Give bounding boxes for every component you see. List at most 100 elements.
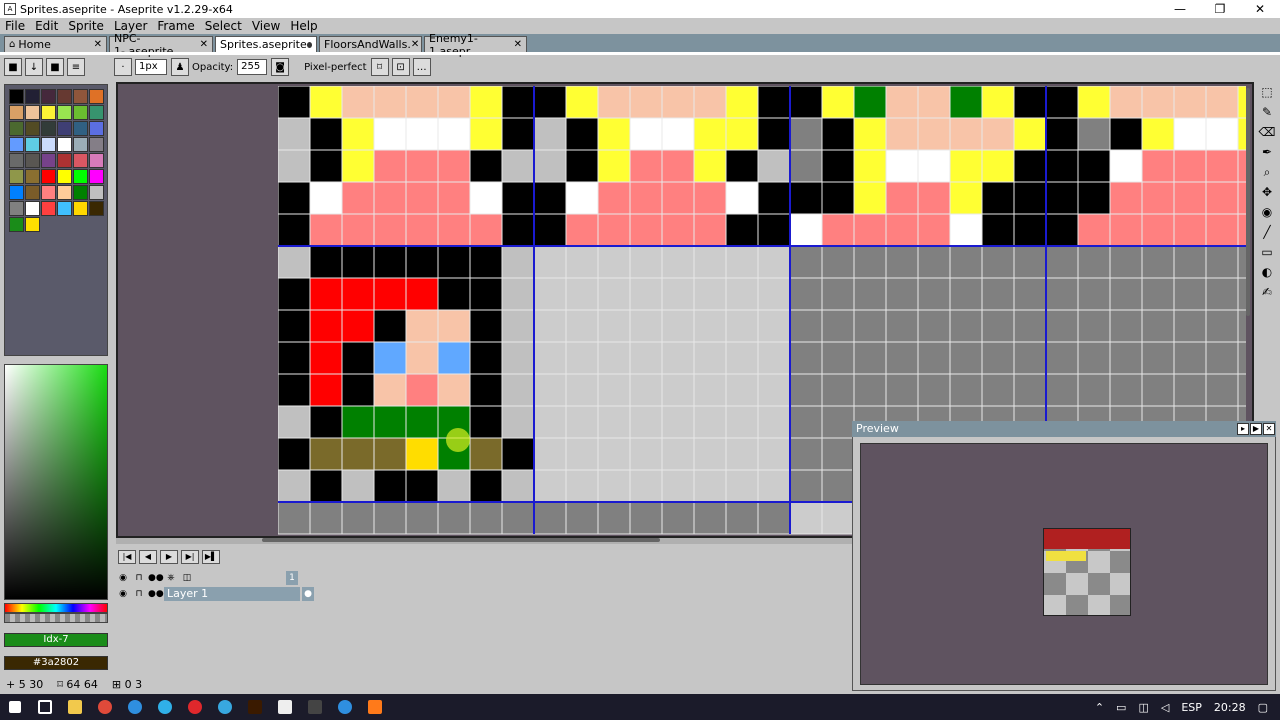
palette-swatch[interactable] bbox=[73, 169, 88, 184]
palette-swatch[interactable] bbox=[73, 185, 88, 200]
pixel[interactable] bbox=[1205, 117, 1239, 151]
network-icon[interactable]: ◫ bbox=[1138, 701, 1148, 714]
pixel[interactable] bbox=[1205, 309, 1239, 343]
pixel[interactable] bbox=[597, 309, 631, 343]
pixel[interactable] bbox=[693, 245, 727, 279]
pixel[interactable] bbox=[278, 309, 311, 343]
pixel[interactable] bbox=[437, 245, 471, 279]
pixel[interactable] bbox=[693, 181, 727, 215]
palette-swatch[interactable] bbox=[73, 105, 88, 120]
pixel[interactable] bbox=[725, 437, 759, 471]
last-frame-icon[interactable]: ▶▌ bbox=[202, 550, 220, 564]
pixel[interactable] bbox=[1173, 117, 1207, 151]
pixel[interactable] bbox=[917, 117, 951, 151]
hue-slider[interactable] bbox=[4, 603, 108, 613]
palette-swatch[interactable] bbox=[41, 89, 56, 104]
pixel[interactable] bbox=[917, 213, 951, 247]
palette-swatch[interactable] bbox=[9, 185, 24, 200]
palette-swatch[interactable] bbox=[73, 89, 88, 104]
line-tool-icon[interactable]: ╱ bbox=[1258, 223, 1276, 241]
pixel[interactable] bbox=[309, 86, 343, 119]
pixel[interactable] bbox=[501, 437, 535, 471]
pixel[interactable] bbox=[533, 373, 567, 407]
pixel[interactable] bbox=[757, 405, 791, 439]
vertical-scroll-thumb[interactable] bbox=[1246, 88, 1250, 316]
pixel[interactable] bbox=[1109, 245, 1143, 279]
pixel[interactable] bbox=[885, 117, 919, 151]
pixel[interactable] bbox=[1013, 277, 1047, 311]
pixel[interactable] bbox=[1013, 213, 1047, 247]
pixel[interactable] bbox=[565, 341, 599, 375]
pixel[interactable] bbox=[501, 341, 535, 375]
pixel[interactable] bbox=[437, 86, 471, 119]
pixel[interactable] bbox=[501, 117, 535, 151]
pixel[interactable] bbox=[341, 405, 375, 439]
pixel[interactable] bbox=[1141, 181, 1175, 215]
palette-swatch[interactable] bbox=[9, 153, 24, 168]
pixel[interactable] bbox=[469, 341, 503, 375]
pixel[interactable] bbox=[757, 277, 791, 311]
palette-swatch[interactable] bbox=[89, 201, 104, 216]
pixel[interactable] bbox=[501, 501, 535, 535]
pixel[interactable] bbox=[405, 469, 439, 503]
tab-home[interactable]: ⌂ Home ✕ bbox=[4, 36, 107, 52]
pixel[interactable] bbox=[885, 277, 919, 311]
palette-swatch[interactable] bbox=[89, 137, 104, 152]
pixel[interactable] bbox=[757, 213, 791, 247]
pixel[interactable] bbox=[629, 341, 663, 375]
pixel[interactable] bbox=[1173, 181, 1207, 215]
pixel[interactable] bbox=[341, 341, 375, 375]
palette-swatch[interactable] bbox=[25, 121, 40, 136]
pixel[interactable] bbox=[661, 373, 695, 407]
minimize-button[interactable]: — bbox=[1160, 0, 1200, 18]
palette-swatch[interactable] bbox=[41, 137, 56, 152]
palette-swatch[interactable] bbox=[57, 185, 72, 200]
pixel[interactable] bbox=[597, 373, 631, 407]
pixel[interactable] bbox=[1205, 149, 1239, 183]
pixel[interactable] bbox=[373, 469, 407, 503]
pixel[interactable] bbox=[629, 149, 663, 183]
pixel[interactable] bbox=[821, 245, 855, 279]
pixel[interactable] bbox=[853, 341, 887, 375]
stop-icon[interactable]: ■ bbox=[46, 58, 64, 76]
pixel[interactable] bbox=[309, 437, 343, 471]
edge-icon[interactable] bbox=[120, 694, 150, 720]
pixel[interactable] bbox=[789, 309, 823, 343]
pixel[interactable] bbox=[629, 501, 663, 535]
pixel[interactable] bbox=[1237, 245, 1246, 279]
pixel[interactable] bbox=[885, 86, 919, 119]
pixel[interactable] bbox=[917, 341, 951, 375]
brush-size-input[interactable]: 1px bbox=[135, 59, 167, 75]
pixel[interactable] bbox=[725, 181, 759, 215]
pixel[interactable] bbox=[1045, 309, 1079, 343]
pixel[interactable] bbox=[565, 117, 599, 151]
pixel[interactable] bbox=[501, 213, 535, 247]
pixel[interactable] bbox=[469, 117, 503, 151]
text-tool-icon[interactable]: ✍ bbox=[1258, 283, 1276, 301]
pixel-perfect-label[interactable]: Pixel-perfect bbox=[304, 62, 366, 73]
pixel[interactable] bbox=[469, 213, 503, 247]
eye-icon[interactable]: ◉ bbox=[116, 571, 130, 585]
pixel[interactable] bbox=[597, 469, 631, 503]
palette-swatch[interactable] bbox=[57, 105, 72, 120]
pixel[interactable] bbox=[469, 469, 503, 503]
pixel[interactable] bbox=[437, 469, 471, 503]
pixel[interactable] bbox=[1045, 86, 1079, 119]
pixel[interactable] bbox=[1077, 86, 1111, 119]
palette-swatch[interactable] bbox=[89, 169, 104, 184]
pixel[interactable] bbox=[661, 117, 695, 151]
pixel[interactable] bbox=[341, 277, 375, 311]
pixel[interactable] bbox=[981, 117, 1015, 151]
pixel[interactable] bbox=[1013, 245, 1047, 279]
pixel[interactable] bbox=[693, 213, 727, 247]
pixel[interactable] bbox=[565, 149, 599, 183]
pixel[interactable] bbox=[405, 501, 439, 535]
pixel[interactable] bbox=[853, 117, 887, 151]
pixel[interactable] bbox=[949, 117, 983, 151]
aseprite-taskbar-icon[interactable] bbox=[270, 694, 300, 720]
pixel[interactable] bbox=[981, 86, 1015, 119]
pixel[interactable] bbox=[341, 117, 375, 151]
pixel[interactable] bbox=[821, 117, 855, 151]
pixel[interactable] bbox=[565, 373, 599, 407]
pixel[interactable] bbox=[757, 117, 791, 151]
